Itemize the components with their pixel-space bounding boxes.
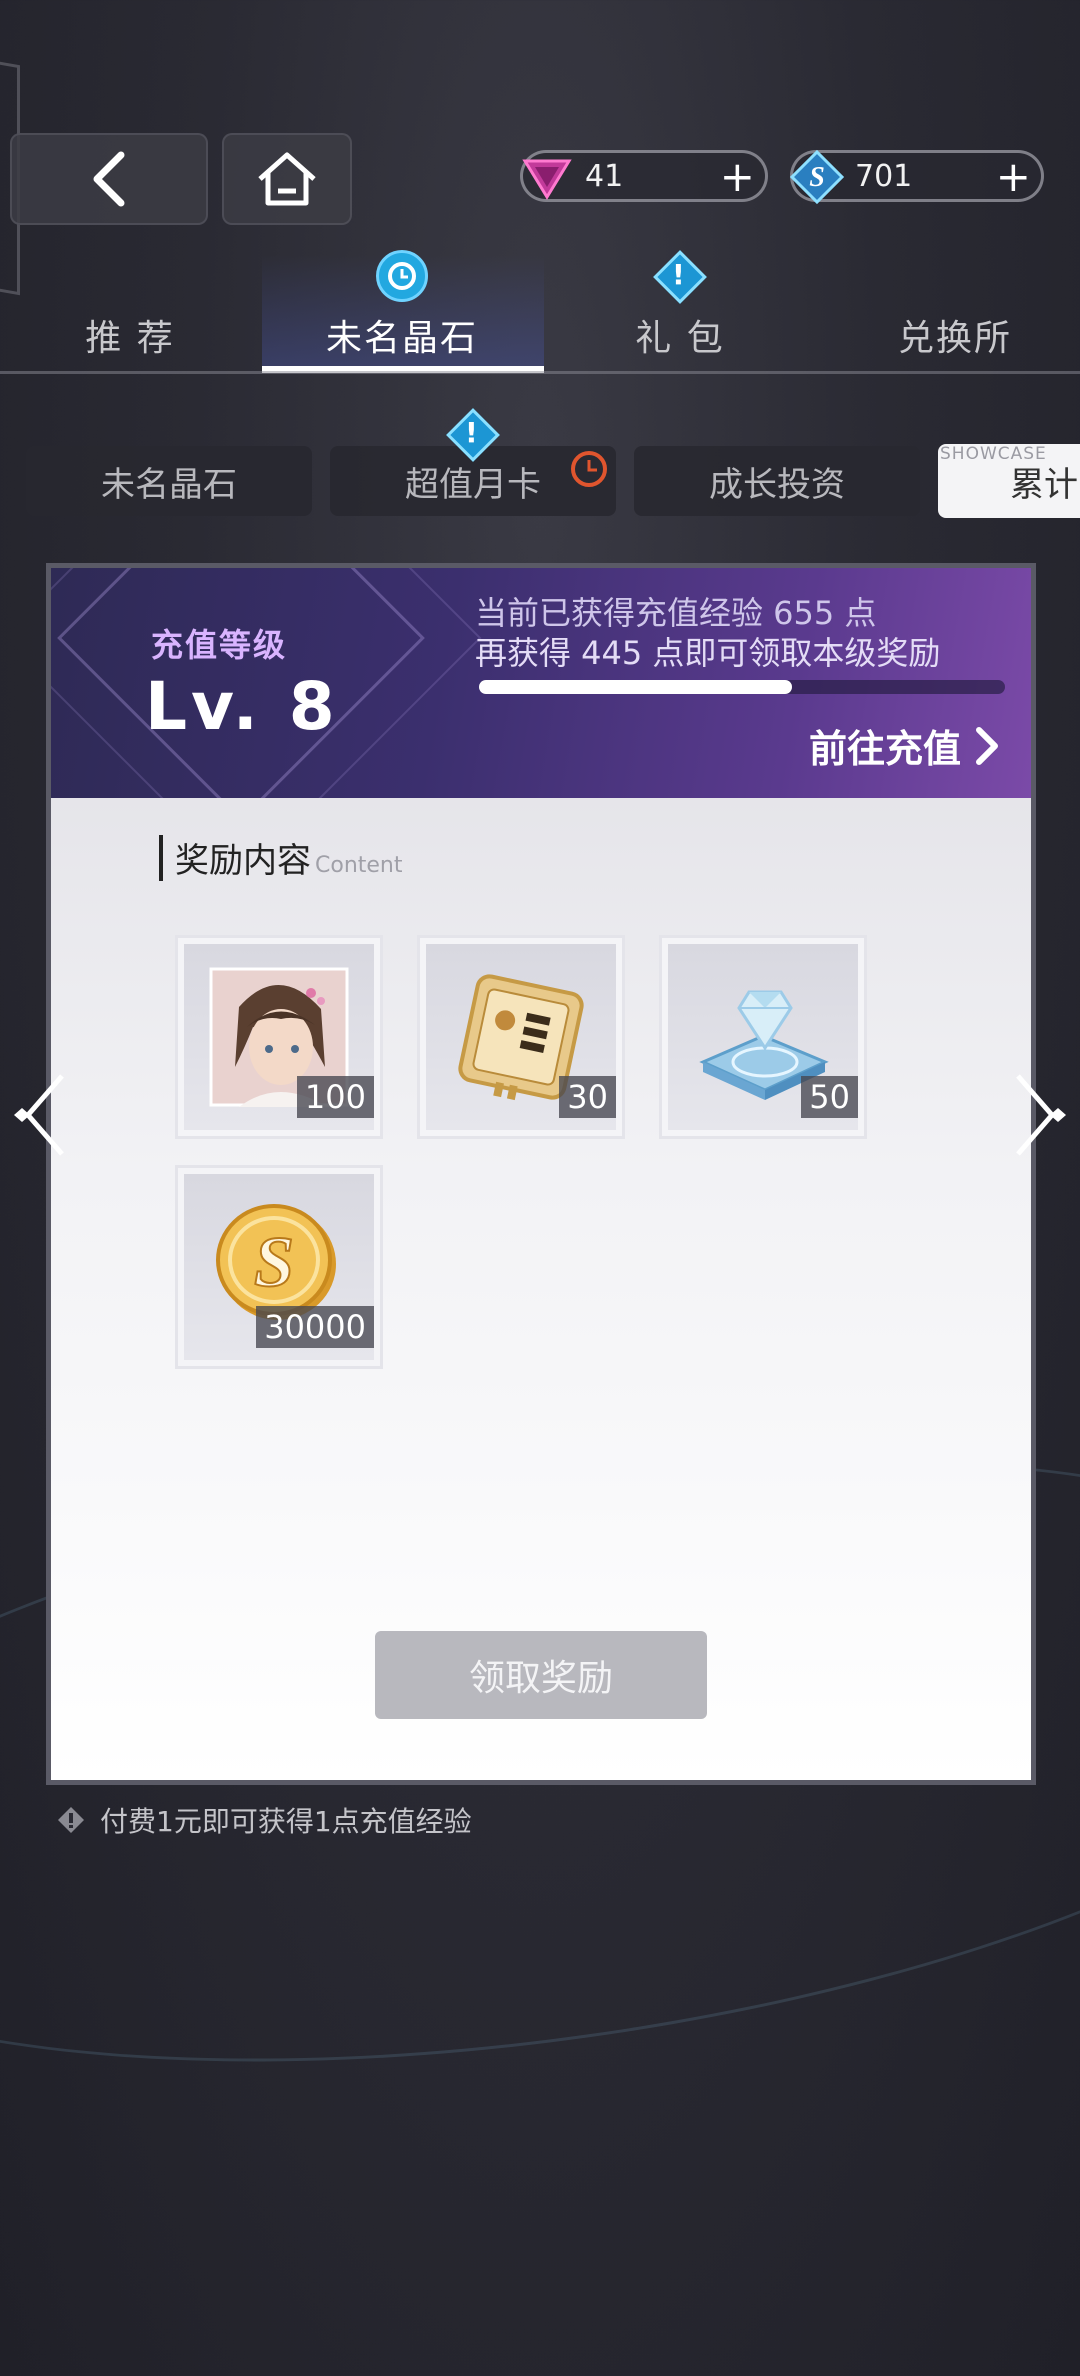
chevron-right-icon <box>976 726 998 765</box>
exp-remaining-text: 再获得 445 点即可领取本级奖励 <box>475 634 941 672</box>
section-subtitle: Content <box>315 853 403 878</box>
subtab-growth-investment[interactable]: 成长投资 <box>634 446 920 516</box>
recharge-footnote: 付费1元即可获得1点充值经验 <box>56 1800 472 1840</box>
showcase-tag: SHOWCASE <box>940 444 1047 464</box>
go-recharge-label: 前往充值 <box>808 727 961 771</box>
svg-text:S: S <box>809 162 825 193</box>
home-icon <box>258 152 316 206</box>
tab-unnamed-crystal[interactable]: 未名晶石 <box>262 300 542 370</box>
tab-gift-pack[interactable]: 礼 包 <box>590 300 770 370</box>
tab-recommend[interactable]: 推 荐 <box>40 300 220 370</box>
section-title: 奖励内容 Content <box>159 833 403 882</box>
pink-triangle-crystal-icon <box>517 147 577 207</box>
home-button[interactable] <box>222 133 352 225</box>
section-bar <box>159 834 163 881</box>
alert-badge-icon: ! <box>446 408 500 462</box>
reward-count: 30000 <box>256 1306 374 1348</box>
previous-level-arrow-icon[interactable] <box>10 1070 70 1160</box>
panel-header: 充值等级 Lv. 8 当前已获得充值经验 655 点 再获得 445 点即可领取… <box>51 568 1031 798</box>
back-button[interactable] <box>10 133 208 225</box>
alert-badge-icon: ! <box>653 250 707 304</box>
timer-icon <box>568 448 610 494</box>
reward-item[interactable]: S 30000 <box>175 1165 383 1369</box>
reward-count: 100 <box>296 1076 374 1118</box>
coin-amount: 701 <box>855 158 913 194</box>
reward-count: 30 <box>559 1076 616 1118</box>
chevron-left-icon <box>93 151 125 207</box>
footnote-text: 付费1元即可获得1点充值经验 <box>100 1805 472 1838</box>
add-crystal-button[interactable]: + <box>720 155 755 199</box>
reward-panel: 充值等级 Lv. 8 当前已获得充值经验 655 点 再获得 445 点即可领取… <box>46 563 1036 1785</box>
add-coin-button[interactable]: + <box>996 155 1031 199</box>
crystal-currency: 41 + <box>520 150 768 202</box>
refresh-badge-icon <box>376 250 428 302</box>
section-title-text: 奖励内容 <box>175 841 311 881</box>
exp-progress-bar <box>479 680 1005 694</box>
reward-item[interactable]: 100 <box>175 935 383 1139</box>
blue-s-coin-icon: S <box>787 147 847 207</box>
level-value: Lv. 8 <box>145 668 339 745</box>
level-title: 充值等级 <box>151 626 288 664</box>
claim-reward-button[interactable]: 领取奖励 <box>375 1631 707 1719</box>
subtab-unnamed-crystal[interactable]: 未名晶石 <box>26 446 312 516</box>
coin-currency: S 701 + <box>789 149 1044 205</box>
tab-divider <box>0 371 1080 374</box>
reward-item[interactable]: 30 <box>417 935 625 1139</box>
exp-progress-fill <box>479 680 793 694</box>
tab-exchange[interactable]: 兑换所 <box>860 300 1050 370</box>
go-recharge-button[interactable]: 前往充值 <box>809 718 1001 773</box>
crystal-amount: 41 <box>585 158 624 194</box>
svg-text:S: S <box>254 1222 294 1302</box>
subtab-monthly-card-label: 超值月卡 <box>405 464 541 505</box>
info-diamond-icon <box>58 1807 84 1833</box>
reward-item[interactable]: 50 <box>659 935 867 1139</box>
next-level-arrow-icon[interactable] <box>1010 1070 1070 1160</box>
reward-count: 50 <box>801 1076 858 1118</box>
